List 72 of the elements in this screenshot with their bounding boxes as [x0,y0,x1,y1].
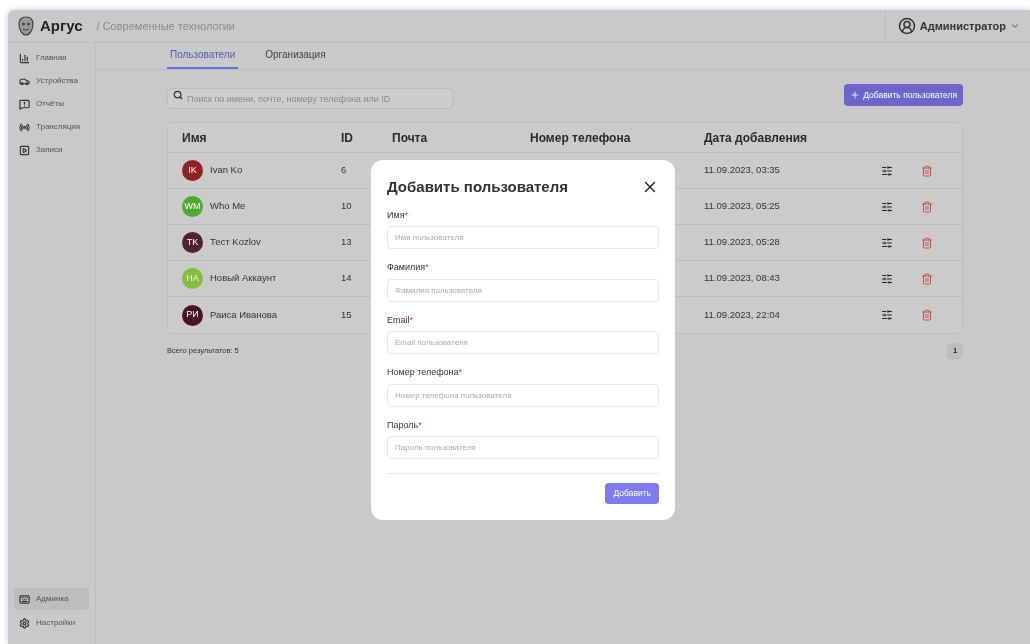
sidebar-item[interactable]: Устройства [14,70,89,92]
date-added: 11.09.2023, 22:04 [704,308,780,320]
sidebar-icon [19,593,30,605]
user-id: 6 [341,164,347,176]
user-avatar: HA [182,268,203,289]
user-name: Ivan Ko [210,163,243,178]
input-field[interactable]: Имя пользователя [387,226,659,249]
sidebar-icon [19,52,30,64]
user-avatar: WM [182,196,203,217]
user-avatar: TK [182,232,203,253]
user-avatar: РИ [182,304,203,326]
column-header: ID [341,129,354,147]
column-header: Имя [181,129,208,147]
settings-sliders-icon[interactable] [881,200,893,213]
user-avatar-icon [897,17,916,35]
submit-button[interactable]: Добавить [605,483,659,504]
settings-sliders-icon[interactable] [881,236,893,249]
delete-icon[interactable] [921,200,933,213]
user-avatar: IK [182,160,203,181]
input-field[interactable]: Пароль пользователя [387,436,659,459]
add-user-button[interactable]: Добавить пользователя [844,84,963,106]
settings-sliders-icon[interactable] [881,164,893,177]
tab[interactable]: Пользователи [167,47,239,69]
tab[interactable]: Организация [262,47,329,69]
column-header: Почта [392,129,429,147]
plus-icon [850,90,861,100]
sidebar-item[interactable]: Главная [14,47,89,69]
user-name: Тест Kozlov [210,235,261,250]
delete-icon[interactable] [921,164,933,177]
field-label: Номер телефона* [387,366,463,379]
sidebar-item[interactable]: Трансляция [14,116,89,138]
mask-logo-icon [18,16,34,36]
date-added: 11.09.2023, 05:28 [704,236,780,248]
chevron-down-icon [1010,21,1020,31]
settings-sliders-icon[interactable] [881,309,893,321]
field-label: Фамилия* [387,261,429,274]
dialog-title: Добавить пользователя [387,177,568,197]
column-header: Дата добавления [704,129,809,147]
user-id: 14 [341,272,352,284]
input-field[interactable]: Фамилия пользователя [387,278,659,302]
field-label: Email* [387,313,414,327]
settings-sliders-icon[interactable] [881,272,893,285]
sidebar-icon [19,617,30,629]
search-field[interactable]: Поиск по имени, почте, номеру телефона или ID [167,88,453,109]
user-name: Раиса Иванова [210,307,278,322]
date-added: 11.09.2023, 08:43 [704,272,780,284]
search-icon [173,90,183,100]
user-name: Новый Аккаунт [210,271,277,286]
user-id: 15 [341,308,352,320]
input-field[interactable]: Номер телефона пользователя [387,383,659,407]
sidebar-item[interactable]: Админка [14,588,89,610]
delete-icon[interactable] [921,309,933,321]
sidebar-icon [19,98,30,110]
user-name: Who Me [210,199,246,214]
sidebar-item[interactable]: Записи [14,139,89,161]
sidebar-icon [19,121,30,133]
brand-name: Аргус [40,15,83,36]
field-label: Пароль* [387,418,422,432]
sidebar-icon [19,144,30,156]
delete-icon[interactable] [921,272,933,285]
user-id: 13 [341,236,352,248]
sidebar-item[interactable]: Отчёты [14,93,89,115]
delete-icon[interactable] [921,236,933,249]
column-header: Номер телефона [530,129,632,147]
user-id: 10 [341,200,352,212]
user-menu[interactable]: Администратор [884,10,1020,42]
breadcrumb: / Современные технологии [96,18,235,34]
date-added: 11.09.2023, 03:35 [704,164,780,176]
field-label: Имя* [387,208,409,222]
date-added: 11.09.2023, 05:25 [704,200,780,212]
input-field[interactable]: Email пользователя [387,331,659,354]
sidebar-item[interactable]: Настройки [14,612,89,634]
